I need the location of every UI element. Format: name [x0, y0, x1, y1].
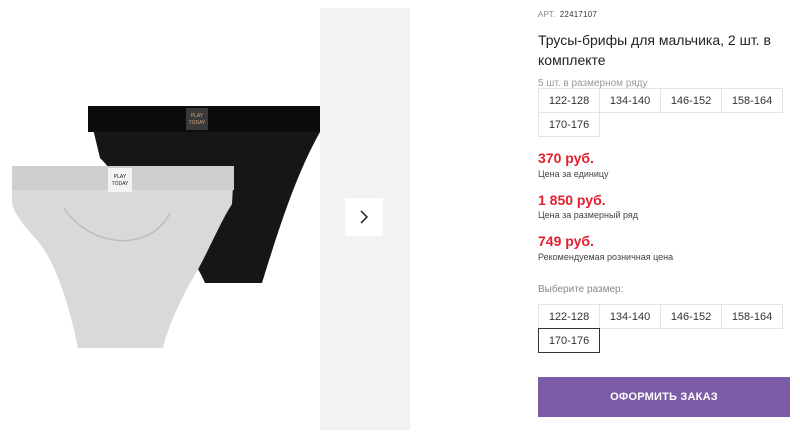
range-size: 134-140	[599, 88, 661, 113]
svg-text:TODAY: TODAY	[189, 120, 206, 126]
svg-text:PLAY: PLAY	[114, 174, 127, 180]
product-image: PLAY TODAY PLAY TODAY	[12, 106, 322, 348]
size-option[interactable]: 134-140	[599, 304, 661, 329]
grey-briefs: PLAY TODAY	[12, 166, 234, 348]
chevron-right-icon	[360, 210, 369, 224]
next-image-button[interactable]	[345, 198, 383, 236]
size-option[interactable]: 122-128	[538, 304, 600, 329]
unit-price: 370 руб.	[538, 150, 594, 166]
sku-number: 22417107	[559, 10, 597, 19]
range-size: 146-152	[660, 88, 722, 113]
range-size: 122-128	[538, 88, 600, 113]
range-size: 158-164	[721, 88, 783, 113]
range-price: 1 850 руб.	[538, 192, 606, 208]
size-selector: 122-128 134-140 146-152 158-164 170-176	[538, 304, 784, 353]
range-price-note: Цена за размерный ряд	[538, 210, 639, 220]
product-title: Трусы-брифы для мальчика, 2 шт. в компле…	[538, 32, 771, 68]
sku-label: АРТ.	[538, 10, 556, 19]
retail-price: 749 руб.	[538, 233, 594, 249]
choose-size-label: Выберите размер:	[538, 284, 624, 295]
unit-price-note: Цена за единицу	[538, 169, 609, 179]
size-option-selected[interactable]: 170-176	[538, 328, 600, 353]
place-order-button[interactable]: ОФОРМИТЬ ЗАКАЗ	[538, 377, 790, 417]
product-gallery: PLAY TODAY PLAY TODAY	[0, 8, 322, 430]
svg-text:PLAY: PLAY	[191, 113, 204, 119]
retail-price-note: Рекомендуемая розничная цена	[538, 252, 674, 262]
svg-text:TODAY: TODAY	[112, 181, 129, 187]
size-option[interactable]: 158-164	[721, 304, 783, 329]
spacer	[410, 8, 510, 430]
size-option[interactable]: 146-152	[660, 304, 722, 329]
range-size-grid: 122-128 134-140 146-152 158-164 170-176	[538, 88, 784, 137]
sku: АРТ. 22417107	[538, 10, 597, 19]
range-size: 170-176	[538, 112, 600, 137]
